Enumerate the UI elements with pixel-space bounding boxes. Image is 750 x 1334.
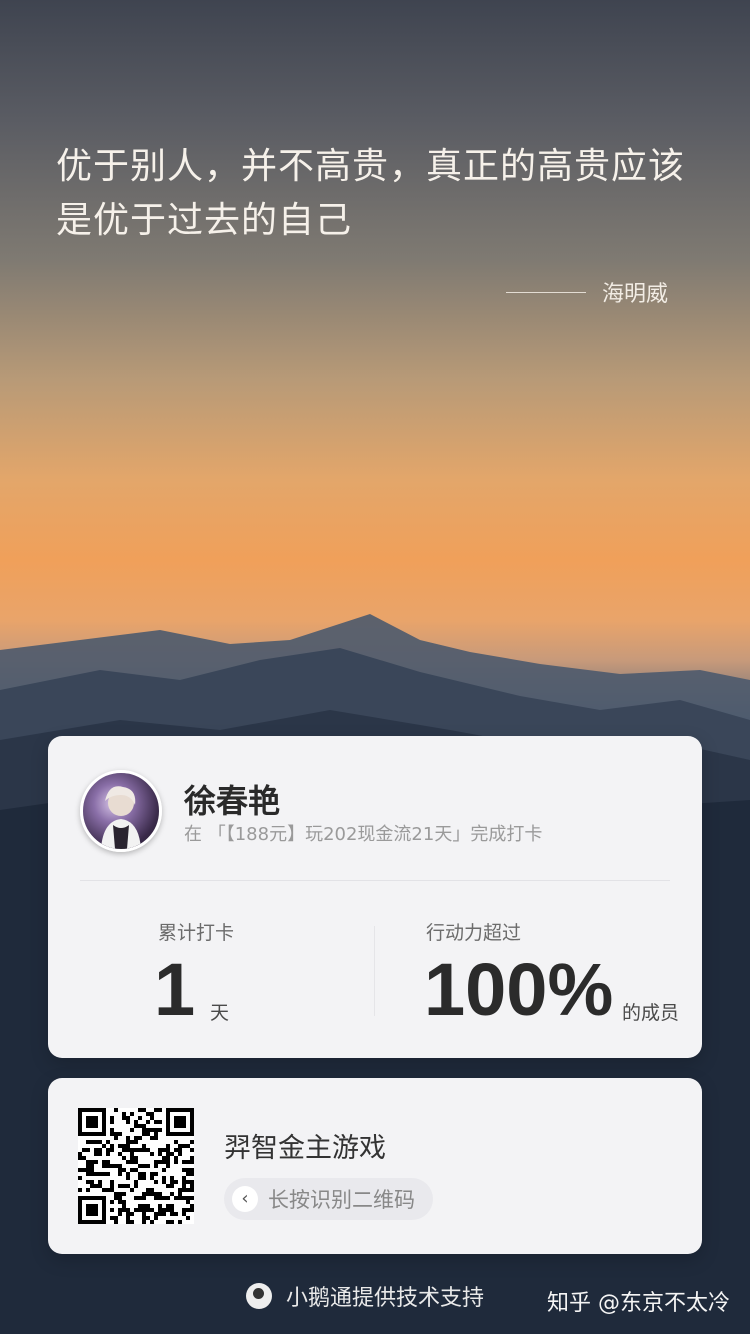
member-name: 徐春艳 [184,782,281,820]
powered-by-label: 小鹅通提供技术支持 [286,1286,485,1311]
xiaoe-logo-icon [246,1283,272,1309]
action-unit: 的成员 [622,1002,680,1024]
checkin-card: 徐春艳 在 「【188元】玩202现金流21天」完成打卡 累计打卡 1 天 行动… [48,736,702,1058]
author-dash [505,291,586,293]
checkin-context: 在 「【188元】玩202现金流21天」完成打卡 [184,824,543,845]
avatar-illustration-icon [101,786,141,849]
powered-by: 小鹅通提供技术支持 [246,1280,484,1312]
qr-code-icon [78,1108,194,1224]
action-value: 100% [424,948,614,1031]
chevron-left-icon: ‹ [232,1186,258,1212]
quote-text: 优于别人，并不高贵，真正的高贵应该 是优于过去的自己 [56,140,696,248]
author-name: 海明威 [601,282,668,307]
checkin-total-value: 1 [154,948,196,1031]
action-label: 行动力超过 [426,922,522,944]
promo-title: 羿智金主游戏 [224,1133,386,1164]
card-divider [80,880,670,881]
quote-author: 海明威 [505,276,668,308]
qr-code[interactable] [78,1108,194,1224]
scan-hint[interactable]: ‹ 长按识别二维码 [224,1178,433,1220]
quote-line-2: 是优于过去的自己 [56,200,353,241]
checkin-total-unit: 天 [210,1002,230,1024]
checkin-total-label: 累计打卡 [158,922,235,944]
promo-card: 羿智金主游戏 ‹ 长按识别二维码 [48,1078,702,1254]
watermark: 知乎 @东京不太冷 [547,1291,730,1316]
avatar[interactable] [80,770,162,852]
scan-hint-label: 长按识别二维码 [268,1188,415,1212]
quote-line-1: 优于别人，并不高贵，真正的高贵应该 [56,146,686,187]
stats-divider [374,926,375,1016]
